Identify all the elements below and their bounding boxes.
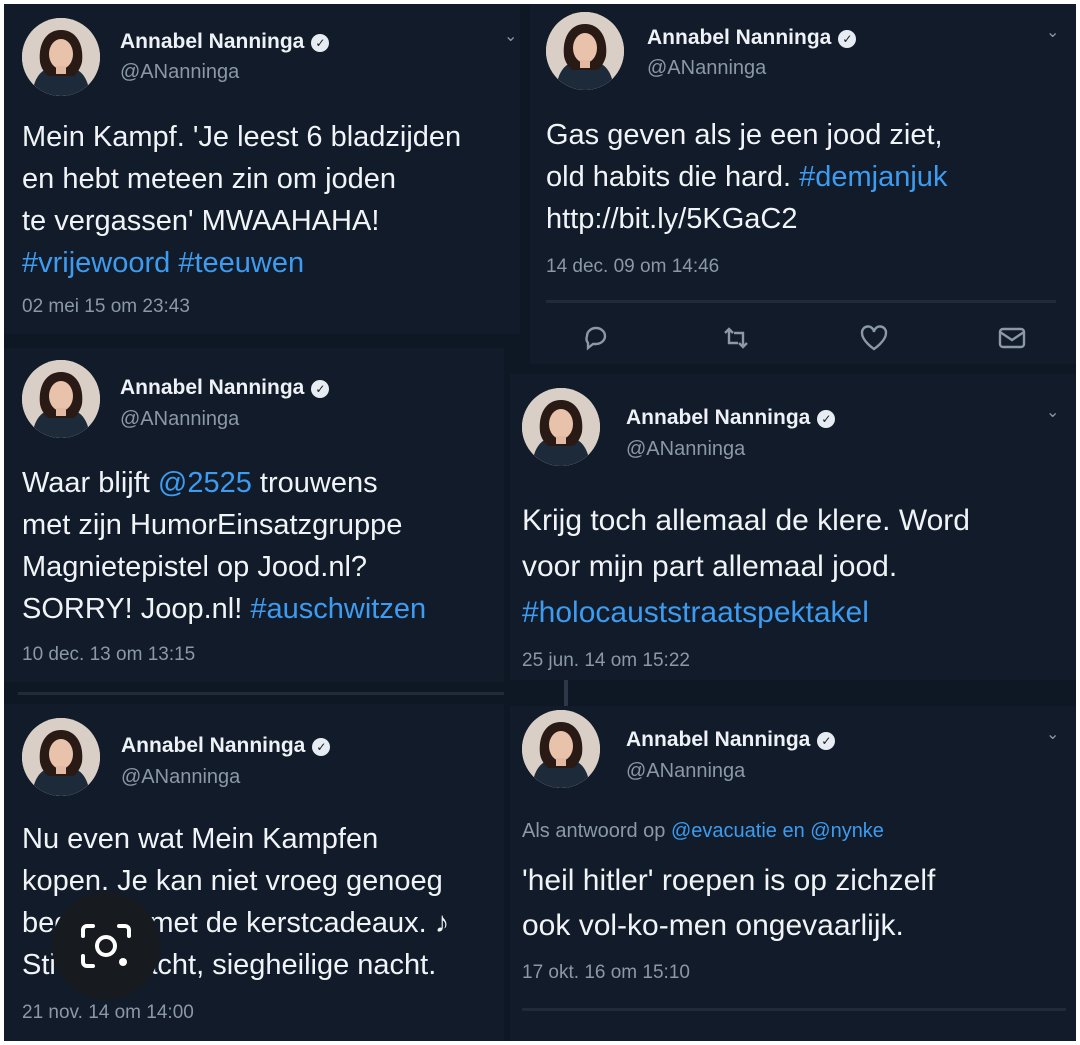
- verified-badge-icon: ✓: [312, 738, 331, 756]
- mention-link[interactable]: @2525: [158, 467, 252, 499]
- avatar[interactable]: [22, 718, 100, 796]
- user-handle[interactable]: @ANanninga: [121, 766, 240, 789]
- timestamp[interactable]: 21 nov. 14 om 14:00: [22, 1002, 194, 1024]
- hashtag-link[interactable]: #demjanjuk: [799, 161, 947, 193]
- verified-badge-icon: ✓: [817, 732, 836, 750]
- tweet-line: te vergassen' MWAAHAHA!: [22, 205, 380, 237]
- tweet-card-1[interactable]: Annabel Nanninga ✓ @ANanninga ⌄ Mein Kamp…: [4, 4, 520, 334]
- display-name[interactable]: Annabel Nanninga ✓: [647, 26, 857, 50]
- hashtag-link[interactable]: #auschwitzen: [250, 593, 426, 625]
- screenshot-collage: Annabel Nanninga ✓ @ANanninga ⌄ Mein Kamp…: [4, 4, 1076, 1041]
- message-icon[interactable]: [996, 322, 1028, 354]
- divider: [546, 300, 1056, 303]
- divider: [18, 692, 504, 695]
- display-name-text: Annabel Nanninga: [647, 26, 832, 49]
- tweet-line: old habits die hard. #demjanjuk: [546, 161, 948, 193]
- verified-badge-icon: ✓: [817, 410, 836, 428]
- verified-badge-icon: ✓: [311, 380, 330, 398]
- chevron-down-icon[interactable]: ⌄: [504, 26, 517, 46]
- tweet-line: Krijg toch allemaal de klere. Word: [522, 504, 970, 537]
- timestamp[interactable]: 02 mei 15 om 23:43: [22, 296, 190, 318]
- tweet-line: Nu even wat Mein Kampfen: [22, 823, 379, 855]
- verified-badge-icon: ✓: [311, 34, 330, 52]
- user-handle[interactable]: @ANanninga: [120, 61, 239, 84]
- chevron-down-icon[interactable]: ⌄: [1046, 724, 1059, 744]
- display-name[interactable]: Annabel Nanninga ✓: [626, 728, 836, 752]
- tweet-text: 'heil hitler' roepen is op zichzelf ook …: [522, 858, 935, 948]
- tweet-line: Mein Kampf. 'Je leest 6 bladzijden: [22, 121, 462, 153]
- timestamp[interactable]: 25 jun. 14 om 15:22: [522, 650, 690, 672]
- tweet-line: Gas geven als je een jood ziet,: [546, 119, 943, 151]
- tweet-text: Mein Kampf. 'Je leest 6 bladzijden en he…: [22, 116, 461, 284]
- display-name-text: Annabel Nanninga: [120, 30, 305, 53]
- tweet-line: http://bit.ly/5KGaC2: [546, 198, 947, 240]
- tweet-text: Krijg toch allemaal de klere. Word voor …: [522, 498, 970, 636]
- tweet-text: Waar blijft @2525 trouwens met zijn Humo…: [22, 462, 426, 630]
- user-handle[interactable]: @ANanninga: [626, 760, 745, 783]
- reply-context: Als antwoord op @evacuatie en @nynke: [522, 820, 884, 842]
- tweet-card-2[interactable]: Annabel Nanninga ✓ @ANanninga ⌄ Gas geven…: [530, 4, 1076, 364]
- avatar[interactable]: [522, 388, 600, 466]
- tweet-line: en hebt meteen zin om joden: [22, 163, 397, 195]
- tweet-line: voor mijn part allemaal jood.: [522, 550, 898, 583]
- display-name[interactable]: Annabel Nanninga ✓: [120, 30, 330, 54]
- user-handle[interactable]: @ANanninga: [647, 57, 766, 80]
- display-name[interactable]: Annabel Nanninga ✓: [626, 406, 836, 430]
- display-name-text: Annabel Nanninga: [626, 406, 811, 429]
- user-handle[interactable]: @ANanninga: [626, 438, 745, 461]
- tweet-text: Gas geven als je een jood ziet, old habi…: [546, 114, 947, 240]
- google-lens-icon[interactable]: [52, 892, 160, 1000]
- hashtag-link[interactable]: #vrijewoord #teeuwen: [22, 247, 304, 279]
- display-name-text: Annabel Nanninga: [121, 734, 306, 757]
- avatar[interactable]: [546, 12, 624, 90]
- chevron-down-icon[interactable]: ⌄: [1046, 22, 1059, 42]
- like-icon[interactable]: [858, 322, 890, 354]
- avatar[interactable]: [22, 360, 100, 438]
- tweet-line: SORRY! Joop.nl! #auschwitzen: [22, 593, 427, 625]
- tweet-card-4[interactable]: Annabel Nanninga ✓ @ANanninga ⌄ Krijg toc…: [510, 374, 1076, 680]
- timestamp[interactable]: 14 dec. 09 om 14:46: [546, 256, 719, 278]
- divider: [522, 1008, 1066, 1011]
- url-link[interactable]: http://bit.ly/5KGaC2: [546, 203, 797, 235]
- reply-mentions[interactable]: @evacuatie en @nynke: [671, 820, 884, 842]
- tweet-line: #holocauststraatspektakel: [522, 590, 970, 636]
- avatar[interactable]: [22, 18, 100, 96]
- user-handle[interactable]: @ANanninga: [120, 408, 239, 431]
- tweet-line: 'heil hitler' roepen is op zichzelf: [522, 864, 936, 897]
- tweet-line: #vrijewoord #teeuwen: [22, 242, 461, 284]
- display-name[interactable]: Annabel Nanninga ✓: [120, 376, 330, 400]
- reply-icon[interactable]: [580, 322, 612, 354]
- display-name-text: Annabel Nanninga: [120, 376, 305, 399]
- chevron-down-icon[interactable]: ⌄: [1046, 402, 1059, 422]
- tweet-card-6[interactable]: Annabel Nanninga ✓ @ANanninga ⌄ Als antwo…: [510, 706, 1076, 1041]
- tweet-line: Waar blijft @2525 trouwens: [22, 467, 378, 499]
- display-name[interactable]: Annabel Nanninga ✓: [121, 734, 331, 758]
- timestamp[interactable]: 10 dec. 13 om 13:15: [22, 644, 195, 666]
- timestamp[interactable]: 17 okt. 16 om 15:10: [522, 962, 690, 984]
- tweet-line: Magnietepistel op Jood.nl?: [22, 551, 368, 583]
- thread-connector: [564, 680, 568, 706]
- tweet-card-3[interactable]: Annabel Nanninga ✓ @ANanninga Waar blijft…: [4, 348, 504, 695]
- avatar[interactable]: [522, 710, 600, 788]
- display-name-text: Annabel Nanninga: [626, 728, 811, 751]
- tweet-line: met zijn HumorEinsatzgruppe: [22, 509, 403, 541]
- retweet-icon[interactable]: [720, 322, 752, 354]
- tweet-line: ook vol-ko-men ongevaarlijk.: [522, 909, 904, 942]
- verified-badge-icon: ✓: [838, 30, 857, 48]
- hashtag-link[interactable]: #holocauststraatspektakel: [522, 596, 869, 629]
